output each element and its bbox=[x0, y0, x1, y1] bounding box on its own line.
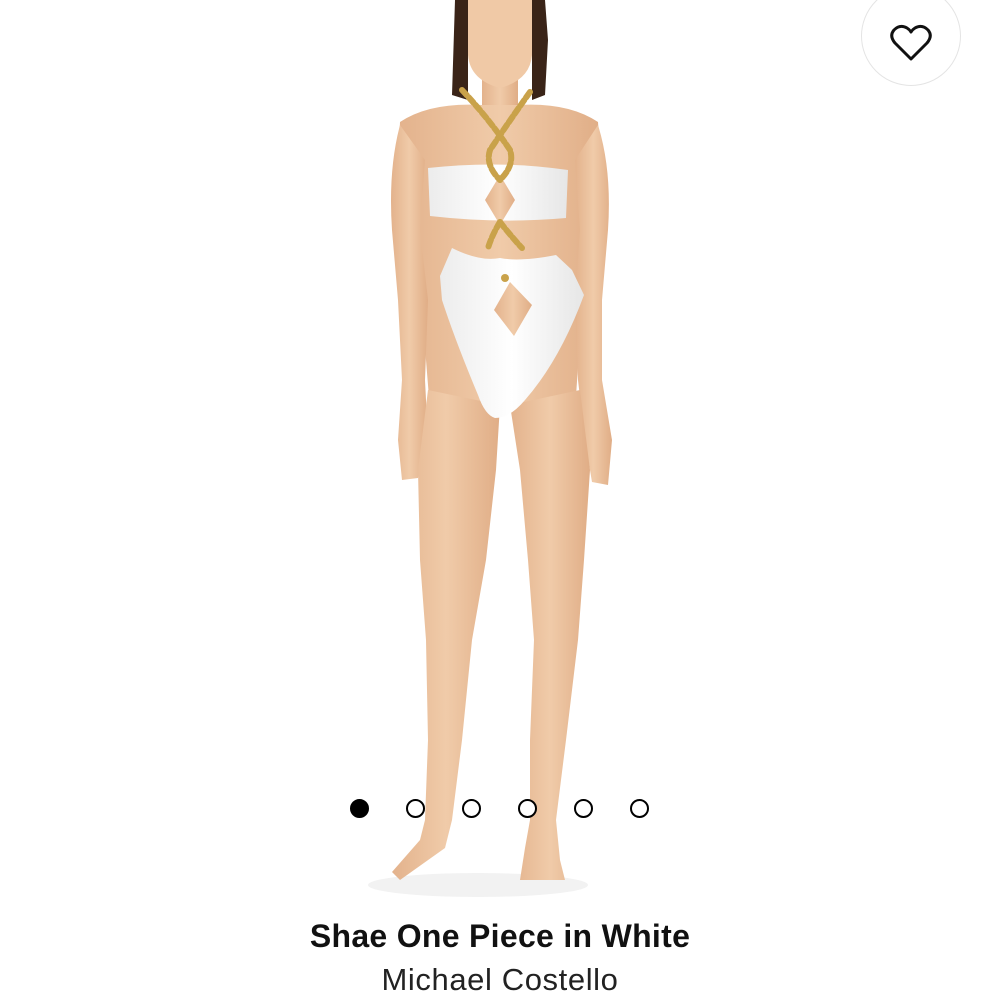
carousel-dot-3[interactable] bbox=[462, 799, 481, 818]
heart-icon bbox=[890, 24, 932, 62]
carousel-dot-1[interactable] bbox=[350, 799, 369, 818]
product-image[interactable] bbox=[0, 0, 1000, 910]
carousel-dot-5[interactable] bbox=[574, 799, 593, 818]
product-title: Shae One Piece in White bbox=[309, 918, 691, 954]
product-brand[interactable]: Michael Costello bbox=[0, 962, 1000, 998]
image-carousel-indicator bbox=[350, 799, 649, 819]
product-page: Shae One Piece in White Michael Costello bbox=[0, 0, 1000, 1000]
carousel-dot-2[interactable] bbox=[406, 799, 425, 818]
carousel-dot-6[interactable] bbox=[630, 799, 649, 818]
carousel-dot-4[interactable] bbox=[518, 799, 537, 818]
